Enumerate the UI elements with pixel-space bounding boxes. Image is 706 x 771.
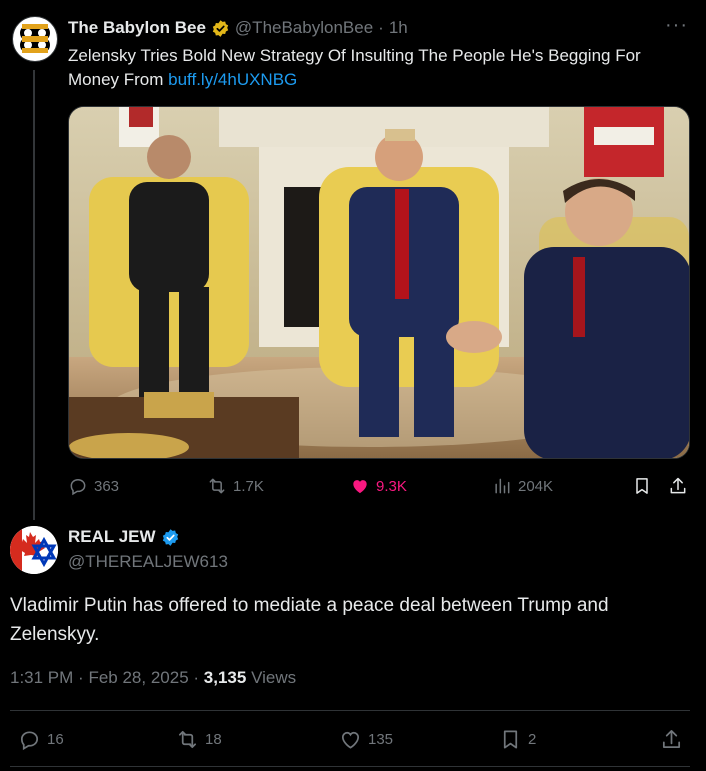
babylon-bee-logo-icon xyxy=(15,19,55,59)
quoted-repost-count: 1.7K xyxy=(233,477,264,495)
repost-icon xyxy=(209,478,225,494)
post-bookmark-button[interactable]: 2 xyxy=(499,728,536,751)
views-icon xyxy=(495,478,510,494)
post-repost-count: 18 xyxy=(205,731,222,748)
verified-blue-badge-icon xyxy=(162,528,178,546)
bookmark-icon xyxy=(636,478,648,494)
heart-filled-icon xyxy=(353,480,367,494)
verified-gold-badge-icon xyxy=(212,19,229,37)
quoted-like-count: 9.3K xyxy=(376,477,407,495)
oval-office-photo xyxy=(69,107,689,458)
post-date[interactable]: Feb 28, 2025 xyxy=(88,668,188,687)
post-share-button[interactable] xyxy=(660,728,683,751)
heart-icon xyxy=(341,731,360,749)
quoted-views-count: 204K xyxy=(518,477,554,495)
quoted-timestamp[interactable]: 1h xyxy=(389,18,408,38)
babylon-bee-avatar[interactable] xyxy=(12,16,58,62)
post-reply-button[interactable]: 16 xyxy=(18,728,64,751)
post-reply-count: 16 xyxy=(47,731,64,748)
quoted-tweet-header: The Babylon Bee @TheBabylonBee · 1h xyxy=(68,18,408,38)
quoted-share-button[interactable] xyxy=(668,476,688,496)
reply-icon xyxy=(70,478,86,496)
quoted-reply-count: 363 xyxy=(94,477,120,495)
divider-top xyxy=(10,710,690,711)
post-author-row: REAL JEW xyxy=(68,527,180,547)
quoted-author-name[interactable]: The Babylon Bee xyxy=(68,18,206,38)
post-author-name[interactable]: REAL JEW xyxy=(68,527,156,547)
header-separator: · xyxy=(378,18,384,37)
quoted-author-handle[interactable]: @TheBabylonBee xyxy=(235,18,373,38)
quoted-tweet-text: Zelensky Tries Bold New Strategy Of Insu… xyxy=(68,44,688,92)
post-time[interactable]: 1:31 PM xyxy=(10,668,73,687)
avatar-flag-icon xyxy=(10,526,58,574)
quoted-reply-button[interactable]: 363 xyxy=(68,476,119,496)
quoted-repost-button[interactable]: 1.7K xyxy=(207,476,264,496)
post-text: Vladimir Putin has offered to mediate a … xyxy=(10,595,609,645)
quoted-views-button[interactable]: 204K xyxy=(492,476,553,496)
repost-icon xyxy=(178,730,197,749)
reply-icon xyxy=(20,731,39,751)
post-author-handle[interactable]: @THEREALJEW613 xyxy=(68,552,228,572)
quoted-tweet-body: Zelensky Tries Bold New Strategy Of Insu… xyxy=(68,46,641,89)
real-jew-avatar[interactable] xyxy=(10,526,58,574)
post-meta: 1:31 PM · Feb 28, 2025 · 3,135 Views xyxy=(10,668,296,688)
meta-dot-2: · xyxy=(193,668,200,687)
bookmark-icon xyxy=(503,730,518,749)
post-views-label: Views xyxy=(251,668,297,687)
tweet-media-image[interactable] xyxy=(68,106,690,459)
post-repost-button[interactable]: 18 xyxy=(176,728,222,751)
thread-connector-line xyxy=(33,70,35,520)
quoted-like-button[interactable]: 9.3K xyxy=(350,476,407,496)
quoted-bookmark-button[interactable] xyxy=(632,476,652,496)
post-bookmark-count: 2 xyxy=(528,731,537,748)
meta-dot-1: · xyxy=(78,668,84,687)
divider-bottom xyxy=(10,766,690,767)
post-views-count: 3,135 xyxy=(203,668,247,687)
post-like-button[interactable]: 135 xyxy=(339,728,393,751)
quoted-tweet-link[interactable]: buff.ly/4hUXNBG xyxy=(168,70,297,89)
more-icon[interactable]: ··· xyxy=(665,14,688,37)
share-icon xyxy=(662,730,681,749)
post-like-count: 135 xyxy=(368,731,394,748)
share-icon xyxy=(670,477,686,494)
